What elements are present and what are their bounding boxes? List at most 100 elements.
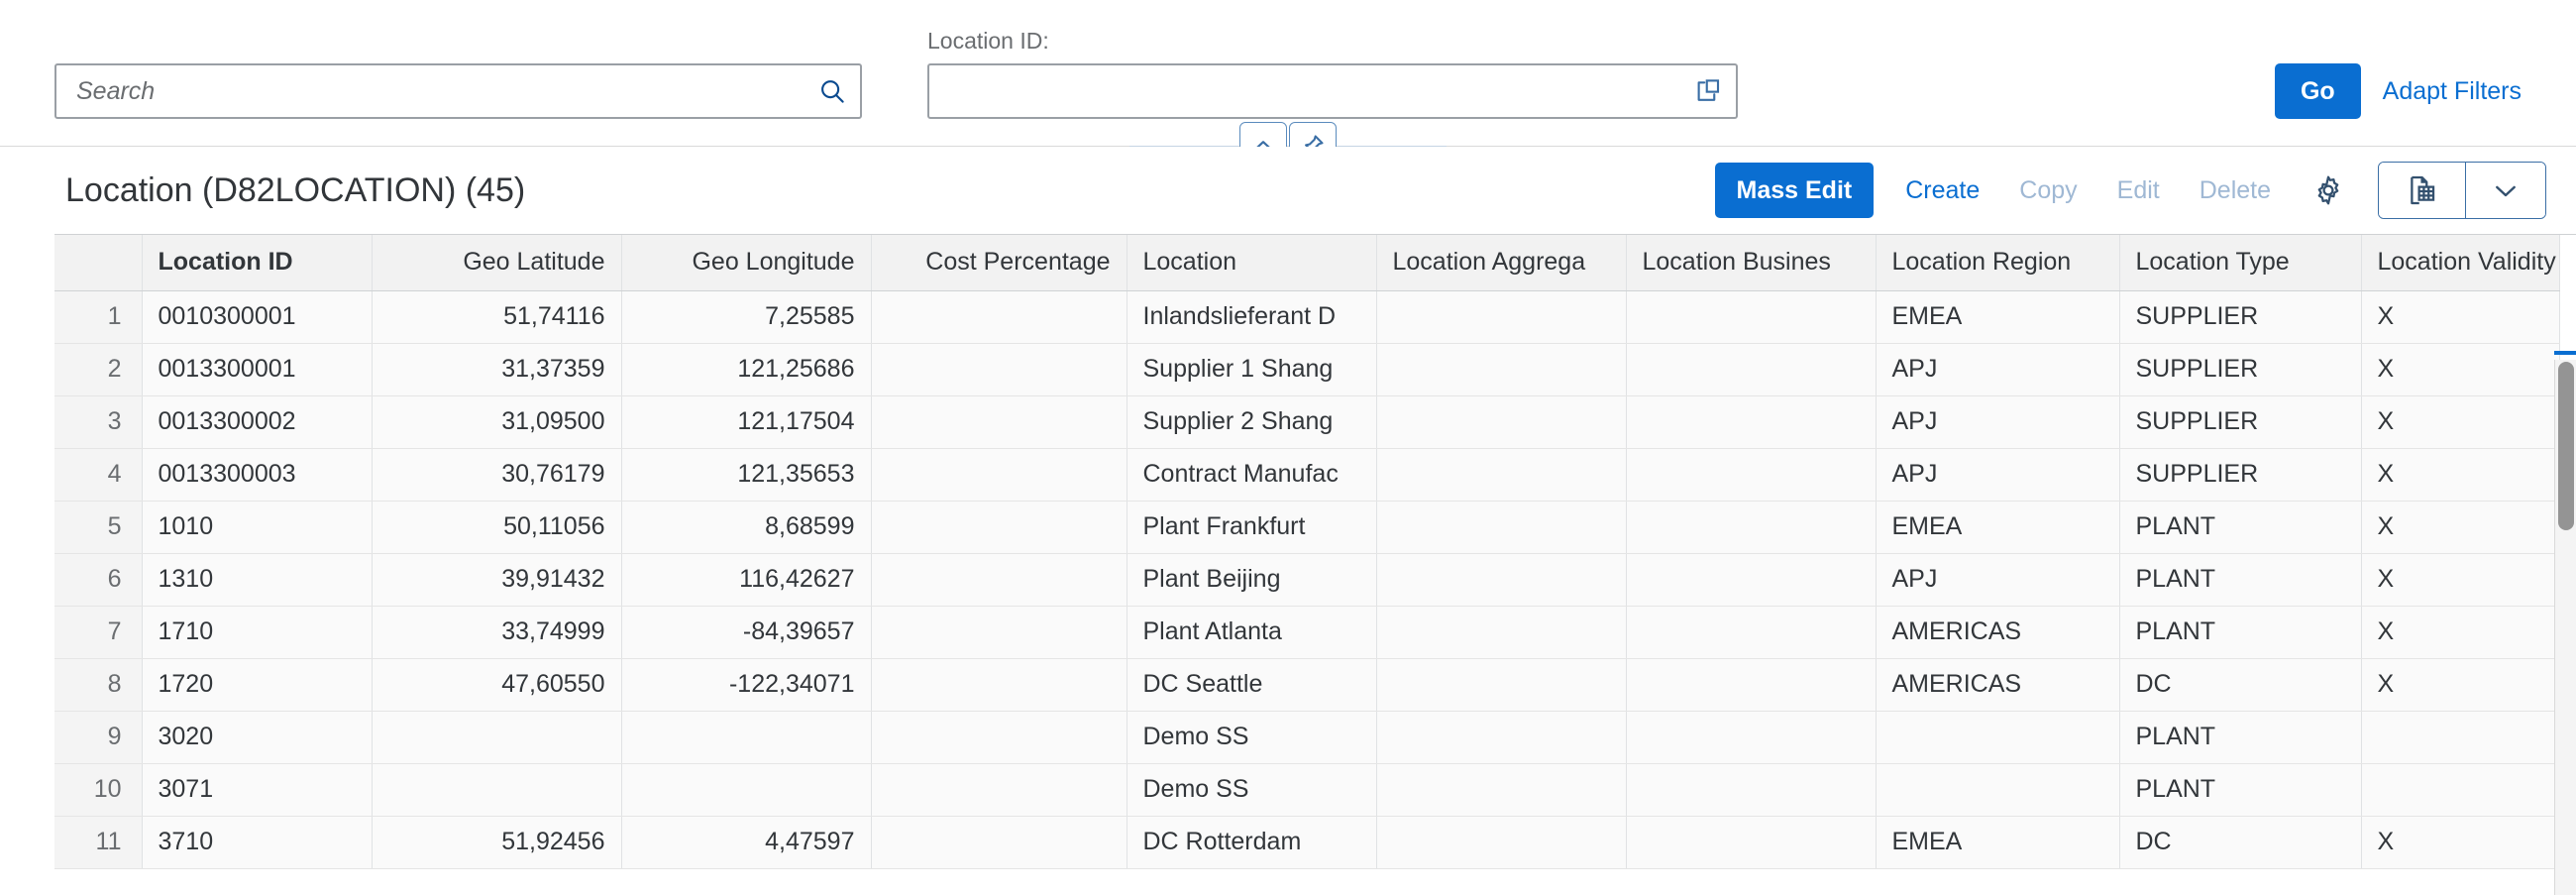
cell-geo-longitude — [621, 763, 871, 816]
search-input[interactable] — [56, 65, 805, 117]
table-vertical-scrollbar[interactable] — [2554, 360, 2576, 895]
table-row[interactable]: 8172047,60550-122,34071DC SeattleAMERICA… — [54, 658, 2559, 711]
table-row[interactable]: 6131039,91432116,42627Plant BeijingAPJPL… — [54, 553, 2559, 606]
cell-location-validity: X — [2361, 501, 2559, 553]
export-to-spreadsheet-button[interactable] — [2379, 163, 2466, 218]
table-row[interactable]: 3001330000231,09500121,17504Supplier 2 S… — [54, 395, 2559, 448]
cell-location-id: 0013300001 — [142, 343, 372, 395]
cell-cost-percentage — [871, 553, 1127, 606]
search-icon[interactable] — [805, 65, 860, 117]
cell-location-region — [1876, 711, 2119, 763]
table-row[interactable]: 4001330000330,76179121,35653Contract Man… — [54, 448, 2559, 501]
cell-rownum: 6 — [54, 553, 142, 606]
search-field[interactable] — [54, 63, 862, 119]
cell-location-type: SUPPLIER — [2119, 343, 2361, 395]
cell-geo-longitude: 8,68599 — [621, 501, 871, 553]
location-id-field[interactable] — [927, 63, 1738, 119]
value-help-icon[interactable] — [1680, 65, 1736, 117]
table-row[interactable]: 103071Demo SSPLANT — [54, 763, 2559, 816]
cell-geo-latitude — [372, 711, 621, 763]
cell-location-type: SUPPLIER — [2119, 395, 2361, 448]
column-header-location[interactable]: Location — [1127, 235, 1376, 290]
cell-location-validity — [2361, 763, 2559, 816]
table-row[interactable]: 93020Demo SSPLANT — [54, 711, 2559, 763]
column-header-location-business[interactable]: Location Busines — [1626, 235, 1876, 290]
cell-location-type: PLANT — [2119, 606, 2361, 658]
adapt-filters-link[interactable]: Adapt Filters — [2383, 63, 2522, 119]
export-to-spreadsheet-icon — [2406, 173, 2439, 207]
cell-rownum: 1 — [54, 290, 142, 343]
create-button[interactable]: Create — [1885, 163, 1999, 218]
cell-location: Demo SS — [1127, 711, 1376, 763]
location-id-filter-group: Location ID: — [927, 27, 1738, 119]
cell-location: Supplier 1 Shang — [1127, 343, 1376, 395]
cell-location-region: APJ — [1876, 395, 2119, 448]
cell-geo-longitude: 121,17504 — [621, 395, 871, 448]
cell-geo-latitude: 33,74999 — [372, 606, 621, 658]
cell-location-validity: X — [2361, 606, 2559, 658]
cell-location-business — [1626, 501, 1876, 553]
cell-geo-longitude: -84,39657 — [621, 606, 871, 658]
cell-location-region: AMERICAS — [1876, 606, 2119, 658]
cell-geo-longitude: 116,42627 — [621, 553, 871, 606]
table-row[interactable]: 2001330000131,37359121,25686Supplier 1 S… — [54, 343, 2559, 395]
cell-location-type: DC — [2119, 658, 2361, 711]
cell-rownum: 3 — [54, 395, 142, 448]
cell-rownum: 7 — [54, 606, 142, 658]
cell-location-id: 1310 — [142, 553, 372, 606]
filter-bar: Location ID: Go Adapt Filters — [0, 0, 2576, 147]
cell-location-aggregation — [1376, 606, 1626, 658]
cell-location-aggregation — [1376, 290, 1626, 343]
column-header-location-aggregation[interactable]: Location Aggrega — [1376, 235, 1626, 290]
column-header-geo-longitude[interactable]: Geo Longitude — [621, 235, 871, 290]
table-row[interactable]: 11371051,924564,47597DC RotterdamEMEADCX — [54, 816, 2559, 868]
column-header-location-validity[interactable]: Location Validity — [2361, 235, 2559, 290]
cell-location-aggregation — [1376, 501, 1626, 553]
cell-location: Supplier 2 Shang — [1127, 395, 1376, 448]
location-id-input[interactable] — [929, 65, 1680, 117]
table-row[interactable]: 5101050,110568,68599Plant FrankfurtEMEAP… — [54, 501, 2559, 553]
cell-geo-longitude: 121,25686 — [621, 343, 871, 395]
export-menu-button[interactable] — [2466, 163, 2545, 218]
cell-rownum: 8 — [54, 658, 142, 711]
cell-location-id: 0013300003 — [142, 448, 372, 501]
cell-location-id: 0013300002 — [142, 395, 372, 448]
table-header: Location ID Geo Latitude Geo Longitude C… — [54, 235, 2559, 290]
cell-location-type: PLANT — [2119, 553, 2361, 606]
table-row[interactable]: 1001030000151,741167,25585Inlandsliefera… — [54, 290, 2559, 343]
cell-location-validity: X — [2361, 290, 2559, 343]
export-split-button[interactable] — [2378, 162, 2546, 219]
cell-geo-longitude: 4,47597 — [621, 816, 871, 868]
table-grid-container[interactable]: Location ID Geo Latitude Geo Longitude C… — [54, 234, 2576, 891]
column-header-location-type[interactable]: Location Type — [2119, 235, 2361, 290]
cell-cost-percentage — [871, 448, 1127, 501]
cell-location-aggregation — [1376, 553, 1626, 606]
cell-location-aggregation — [1376, 763, 1626, 816]
scrollbar-top-accent — [2554, 351, 2576, 355]
cell-location-region: APJ — [1876, 553, 2119, 606]
table-body: 1001030000151,741167,25585Inlandsliefera… — [54, 290, 2559, 868]
cell-location-id: 3020 — [142, 711, 372, 763]
scrollbar-thumb[interactable] — [2558, 362, 2574, 530]
column-header-location-region[interactable]: Location Region — [1876, 235, 2119, 290]
cell-location-business — [1626, 606, 1876, 658]
table-settings-button[interactable] — [2299, 163, 2358, 218]
cell-cost-percentage — [871, 501, 1127, 553]
go-button[interactable]: Go — [2275, 63, 2361, 119]
table-header-row: Location ID Geo Latitude Geo Longitude C… — [54, 235, 2559, 290]
column-header-geo-latitude[interactable]: Geo Latitude — [372, 235, 621, 290]
column-header-rownum — [54, 235, 142, 290]
cell-location-business — [1626, 448, 1876, 501]
cell-rownum: 11 — [54, 816, 142, 868]
column-header-cost-percentage[interactable]: Cost Percentage — [871, 235, 1127, 290]
table-row[interactable]: 7171033,74999-84,39657Plant AtlantaAMERI… — [54, 606, 2559, 658]
cell-location-region: AMERICAS — [1876, 658, 2119, 711]
search-field-group — [54, 63, 862, 119]
cell-location-type: PLANT — [2119, 501, 2361, 553]
cell-geo-latitude: 47,60550 — [372, 658, 621, 711]
gear-icon — [2311, 173, 2345, 207]
column-header-location-id[interactable]: Location ID — [142, 235, 372, 290]
cell-location-id: 1710 — [142, 606, 372, 658]
cell-location-region: EMEA — [1876, 816, 2119, 868]
mass-edit-button[interactable]: Mass Edit — [1715, 163, 1875, 218]
